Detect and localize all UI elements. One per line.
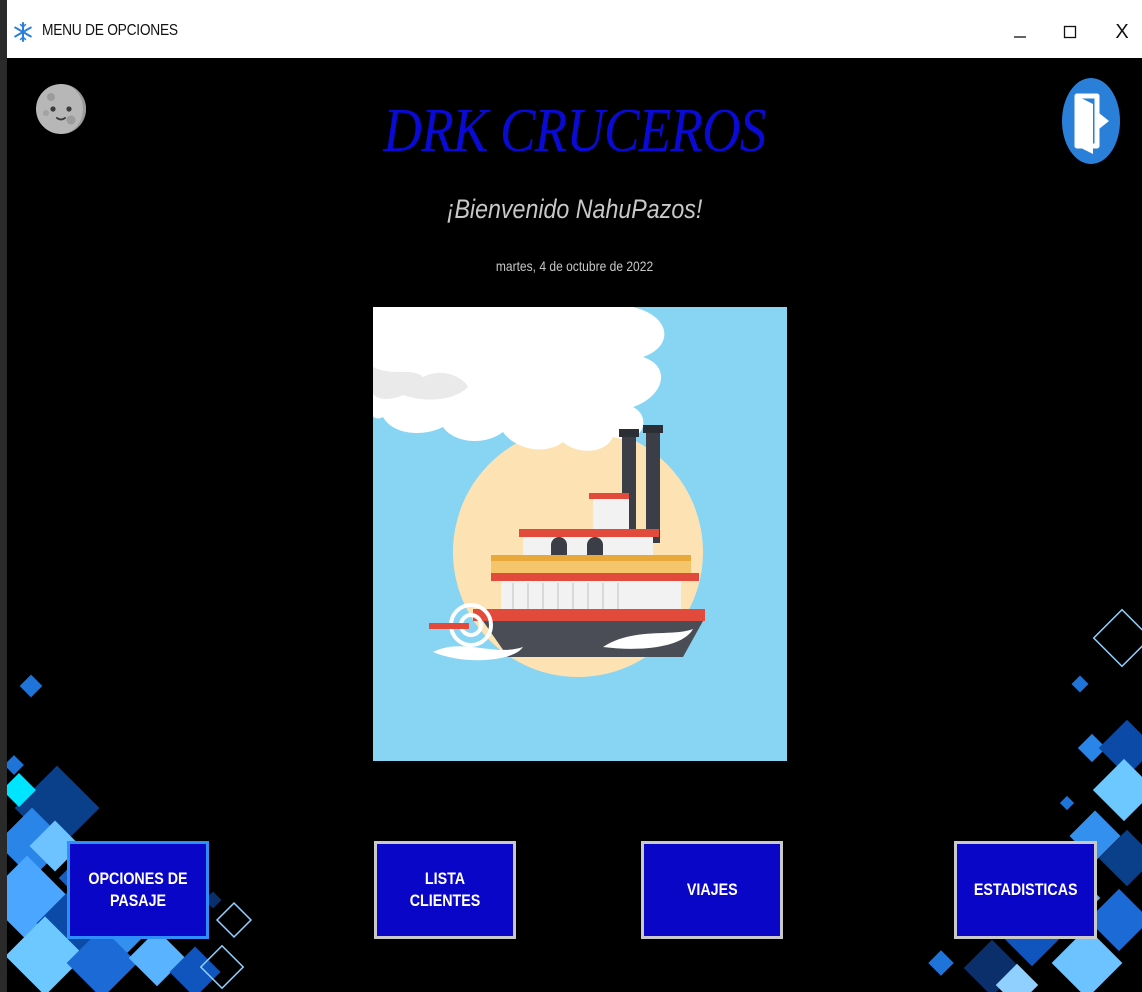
moon-icon[interactable]: [35, 83, 87, 135]
main-panel: DRK CRUCEROS ¡Bienvenido NahuPazos! mart…: [7, 58, 1142, 992]
minimize-icon: [1014, 36, 1026, 38]
minimize-button[interactable]: [997, 12, 1043, 52]
maximize-icon: [1063, 25, 1077, 39]
lista-clientes-label: LISTA CLIENTES: [409, 869, 481, 910]
viajes-button[interactable]: VIAJES: [641, 841, 783, 939]
steamboat-illustration: [373, 307, 787, 761]
decor-diamonds-left: [7, 674, 253, 992]
close-label: X: [1115, 20, 1129, 43]
window-frame: [0, 0, 7, 992]
estadisticas-label: ESTADISTICAS: [973, 880, 1078, 899]
viajes-label: VIAJES: [686, 880, 738, 899]
window-title: MENU DE OPCIONES: [42, 22, 178, 39]
snowflake-icon: [14, 22, 32, 42]
estadisticas-button[interactable]: ESTADISTICAS: [954, 841, 1097, 939]
welcome-message: ¡Bienvenido NahuPazos!: [446, 194, 703, 224]
opciones-pasaje-button[interactable]: OPCIONES DE PASAJE: [67, 841, 209, 939]
close-button[interactable]: X: [1099, 12, 1142, 52]
title-bar: MENU DE OPCIONES X: [7, 0, 1142, 58]
brand-title: DRK CRUCEROS: [383, 97, 766, 165]
opciones-pasaje-label: OPCIONES DE PASAJE: [88, 869, 188, 910]
exit-door-icon[interactable]: [1061, 78, 1121, 164]
current-date: martes, 4 de octubre de 2022: [495, 258, 654, 274]
lista-clientes-button[interactable]: LISTA CLIENTES: [374, 841, 516, 939]
maximize-button[interactable]: [1047, 12, 1093, 52]
